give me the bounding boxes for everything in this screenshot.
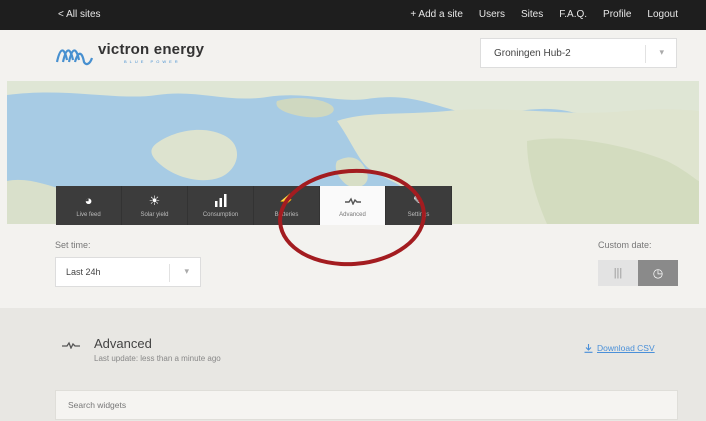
site-select[interactable]: Groningen Hub-2 ▾ <box>480 38 677 68</box>
tab-label: Settings <box>407 212 430 218</box>
set-time-label: Set time: <box>55 240 91 250</box>
date-mode-toggle: ||| ◷ <box>598 260 678 286</box>
section-tabs: ◕ Live feed ☀ Solar yield Consumption ⚡ … <box>56 186 452 225</box>
advanced-panel: Advanced Last update: less than a minute… <box>0 308 706 421</box>
brand-name: victron energy <box>98 41 205 58</box>
download-icon <box>584 343 593 353</box>
users-link[interactable]: Users <box>479 9 505 20</box>
custom-date-label: Custom date: <box>598 240 652 250</box>
victron-logo[interactable]: victron energy BLUE POWER <box>54 42 204 68</box>
time-range-value: Last 24h <box>66 267 101 277</box>
select-divider <box>645 45 646 63</box>
all-sites-link[interactable]: < All sites <box>58 9 101 20</box>
select-divider <box>169 264 170 282</box>
panel-title: Advanced <box>94 336 152 351</box>
waveform-icon <box>320 194 385 208</box>
range-icon[interactable]: ||| <box>598 260 638 286</box>
tab-live-feed[interactable]: ◕ Live feed <box>56 186 122 225</box>
tab-label: Advanced <box>339 212 366 218</box>
site-select-value: Groningen Hub-2 <box>494 48 571 59</box>
tab-consumption[interactable]: Consumption <box>188 186 254 225</box>
profile-link[interactable]: Profile <box>603 9 631 20</box>
tab-advanced[interactable]: Advanced <box>320 186 386 225</box>
bar-chart-icon <box>188 194 253 208</box>
tab-label: Batteries <box>274 212 299 218</box>
sites-link[interactable]: Sites <box>521 9 543 20</box>
search-widgets-field <box>55 390 678 420</box>
meter-icon: ◕ <box>84 193 93 208</box>
download-csv-label: Download CSV <box>597 343 655 353</box>
search-widgets-input[interactable] <box>56 391 677 419</box>
tab-solar-yield[interactable]: ☀ Solar yield <box>122 186 188 225</box>
tab-label: Solar yield <box>140 212 169 218</box>
tab-batteries[interactable]: ⚡ Batteries <box>254 186 320 225</box>
last-update-text: Last update: less than a minute ago <box>94 354 221 363</box>
brand-tagline: BLUE POWER <box>124 59 181 64</box>
top-nav-links: + Add a site Users Sites F.A.Q. Profile … <box>410 9 678 20</box>
chevron-down-icon: ▾ <box>659 47 664 57</box>
add-site-link[interactable]: + Add a site <box>410 9 463 20</box>
clock-icon[interactable]: ◷ <box>638 260 678 286</box>
victron-logo-icon <box>55 49 94 66</box>
tab-label: Consumption <box>202 212 239 218</box>
download-csv-link[interactable]: Download CSV <box>584 343 655 353</box>
top-navigation-bar: < All sites + Add a site Users Sites F.A… <box>0 0 706 30</box>
chevron-down-icon: ▾ <box>184 266 189 276</box>
waveform-icon <box>62 341 80 349</box>
battery-icon: ⚡ <box>278 193 295 208</box>
tab-settings[interactable]: ✎ Settings <box>386 186 452 225</box>
sun-icon: ☀ <box>148 193 161 208</box>
logout-link[interactable]: Logout <box>647 9 678 20</box>
time-range-select[interactable]: Last 24h ▾ <box>55 257 201 287</box>
wrench-icon: ✎ <box>413 193 424 208</box>
faq-link[interactable]: F.A.Q. <box>559 9 587 20</box>
tab-label: Live feed <box>76 212 101 218</box>
